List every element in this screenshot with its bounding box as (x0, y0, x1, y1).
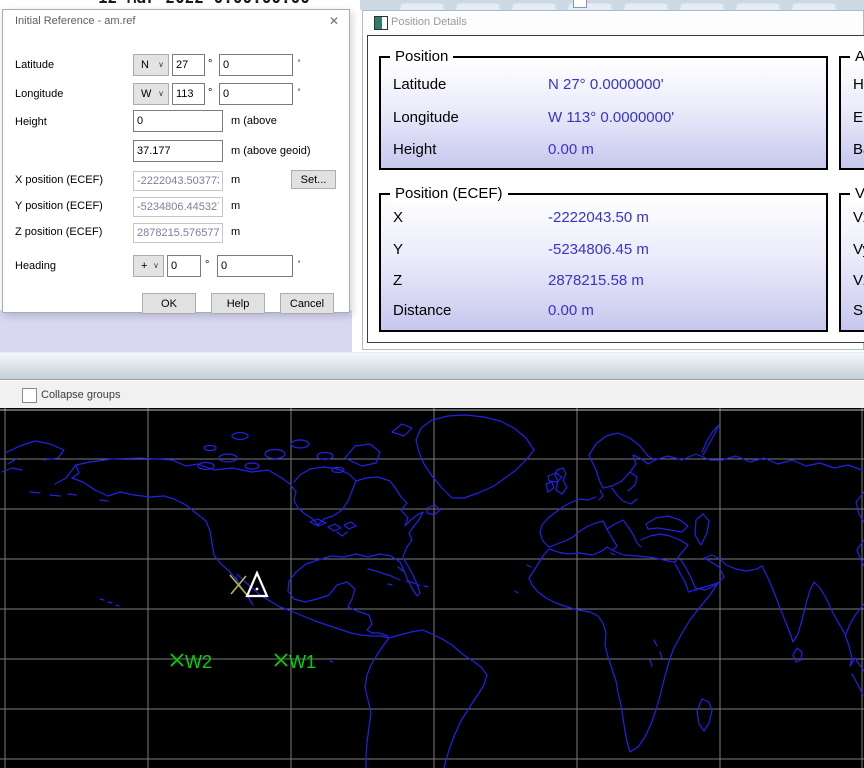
minute-symbol: ' (298, 259, 300, 271)
heading-sign-select[interactable]: + ∨ (133, 255, 164, 277)
map-gridlines (0, 408, 864, 768)
latitude-row-label: Latitude (393, 76, 446, 93)
latitude-minutes-input[interactable] (219, 54, 293, 76)
x-row-value: -2222043.50 m (548, 209, 649, 226)
z-row-label: Z (393, 272, 402, 289)
longitude-hemisphere-select[interactable]: W ∨ (133, 83, 169, 105)
attitude-group-title: Attitude (850, 48, 864, 65)
position-group-title: Position (390, 48, 453, 65)
collapse-groups-checkbox[interactable] (22, 388, 37, 403)
longitude-label: Longitude (15, 88, 63, 100)
background-toolbar-strip (360, 0, 864, 10)
world-map[interactable]: W2 W1 (0, 408, 864, 768)
speed-row-label: Speed (853, 302, 864, 319)
distance-row-value: 0.00 m (548, 302, 594, 319)
cancel-button[interactable]: Cancel (280, 293, 334, 314)
ok-button[interactable]: OK (142, 293, 196, 314)
height-label: Height (15, 116, 47, 128)
heading-row-label: Heading (853, 76, 864, 93)
z-ecef-input (133, 223, 223, 243)
latitude-degrees-input[interactable] (172, 54, 205, 76)
height-input[interactable] (133, 110, 223, 132)
x-row-label: X (393, 209, 403, 226)
x-ecef-input (133, 171, 223, 191)
heading-degrees-input[interactable] (167, 255, 201, 277)
map-coastlines (2, 415, 864, 768)
height-row-value: 0.00 m (548, 141, 594, 158)
latitude-label: Latitude (15, 59, 54, 71)
minute-symbol: ' (298, 58, 300, 70)
vy-row-label: Vy (853, 241, 864, 258)
waypoint-w2[interactable]: W2 (171, 652, 212, 672)
latitude-row-value: N 27° 0.0000000' (548, 76, 664, 93)
chevron-down-icon: ∨ (158, 89, 164, 98)
z-ecef-unit: m (231, 226, 240, 238)
set-button[interactable]: Set... (291, 170, 336, 189)
position-ecef-group-title: Position (ECEF) (390, 185, 508, 202)
initial-reference-dialog: Initial Reference - am.ref ✕ Latitude N … (2, 9, 350, 313)
y-row-label: Y (393, 241, 403, 258)
y-row-value: -5234806.45 m (548, 241, 649, 258)
window-toolbar-gradient (0, 352, 864, 380)
position-group: Position LatitudeN 27° 0.0000000' Longit… (379, 56, 828, 170)
waypoint-w1[interactable]: W1 (275, 652, 316, 672)
y-ecef-input (133, 197, 223, 217)
help-button[interactable]: Help (211, 293, 265, 314)
minute-symbol: ' (298, 87, 300, 99)
z-row-value: 2878215.58 m (548, 272, 644, 289)
position-details-title: Position Details (391, 16, 467, 28)
x-ecef-label: X position (ECEF) (15, 174, 103, 186)
bank-row-label: Bank (853, 141, 864, 158)
velocity-group-title: Velocity (850, 185, 864, 202)
dialog-title: Initial Reference - am.ref (15, 15, 135, 27)
collapse-groups-label: Collapse groups (41, 389, 121, 401)
position-details-title-bar[interactable]: Position Details (363, 11, 863, 34)
x-ecef-unit: m (231, 174, 240, 186)
window-icon (374, 16, 388, 30)
position-ecef-group: Position (ECEF) X-2222043.50 m Y-5234806… (379, 193, 828, 332)
dialog-title-bar[interactable]: Initial Reference - am.ref ✕ (3, 10, 349, 32)
y-ecef-unit: m (231, 200, 240, 212)
heading-minutes-input[interactable] (217, 255, 293, 277)
background-datetime: 12-Mar-2022 0:00:00.00 (98, 0, 366, 9)
background-window-strip (0, 310, 352, 352)
degree-symbol: ° (205, 259, 209, 271)
z-ecef-label: Z position (ECEF) (15, 226, 102, 238)
longitude-row-value: W 113° 0.0000000' (548, 109, 674, 126)
degree-symbol: ° (208, 58, 212, 70)
map-options-panel: Collapse groups (0, 381, 864, 408)
y-ecef-label: Y position (ECEF) (15, 200, 103, 212)
longitude-minutes-input[interactable] (219, 83, 293, 105)
position-details-window: Position Details Position Latitude N 27° … (362, 10, 864, 350)
elevation-row-label: Elevation (853, 109, 864, 126)
heading-label: Heading (15, 260, 56, 272)
attitude-group: Attitude Heading Elevation Bank (839, 56, 864, 170)
longitude-degrees-input[interactable] (172, 83, 205, 105)
height-unit-label: m (above (231, 115, 277, 127)
height-geoid-unit-label: m (above geoid) (231, 145, 311, 157)
close-icon[interactable]: ✕ (329, 14, 339, 28)
chevron-down-icon: ∨ (158, 60, 164, 69)
degree-symbol: ° (208, 87, 212, 99)
waypoint-w2-label: W2 (185, 652, 212, 672)
vx-row-label: Vx (853, 209, 864, 226)
latitude-hemisphere-select[interactable]: N ∨ (133, 54, 169, 76)
background-scroll-notch (573, 0, 587, 8)
reference-x-marker[interactable] (230, 575, 247, 595)
vz-row-label: Vz (853, 272, 864, 289)
height-geoid-input[interactable] (133, 140, 223, 162)
chevron-down-icon: ∨ (153, 261, 159, 270)
height-row-label: Height (393, 141, 436, 158)
velocity-group: Velocity Vx Vy Vz Speed (839, 193, 864, 332)
waypoint-w1-label: W1 (289, 652, 316, 672)
longitude-row-label: Longitude (393, 109, 459, 126)
distance-row-label: Distance (393, 302, 451, 319)
